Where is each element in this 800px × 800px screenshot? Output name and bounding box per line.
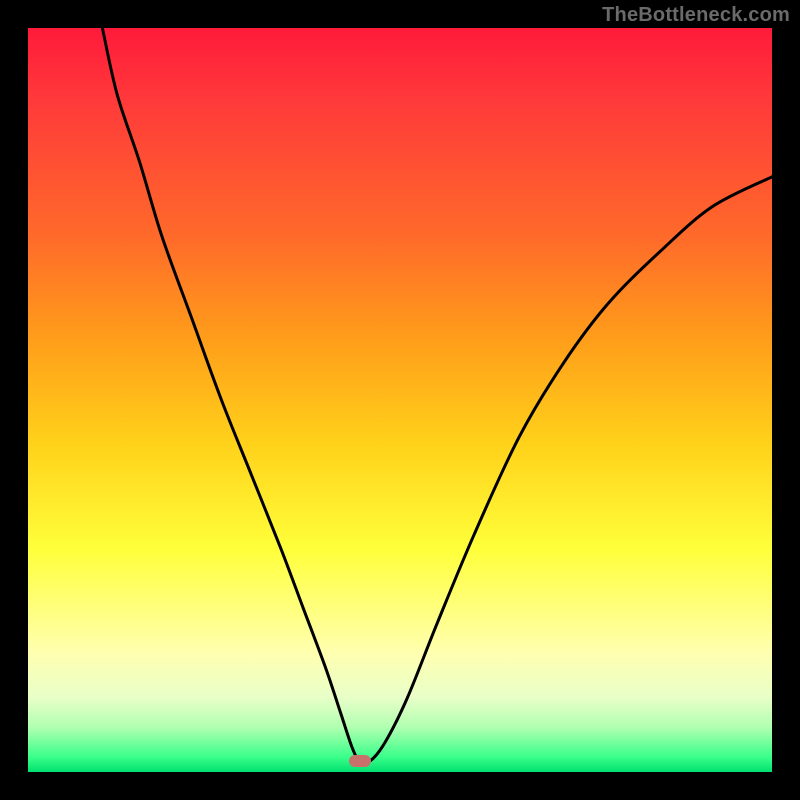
curve-svg bbox=[28, 28, 772, 772]
bottleneck-curve bbox=[102, 28, 772, 763]
watermark-text: TheBottleneck.com bbox=[602, 4, 790, 27]
chart-frame: TheBottleneck.com bbox=[0, 0, 800, 800]
plot-area bbox=[28, 28, 772, 772]
optimal-marker bbox=[349, 755, 371, 767]
